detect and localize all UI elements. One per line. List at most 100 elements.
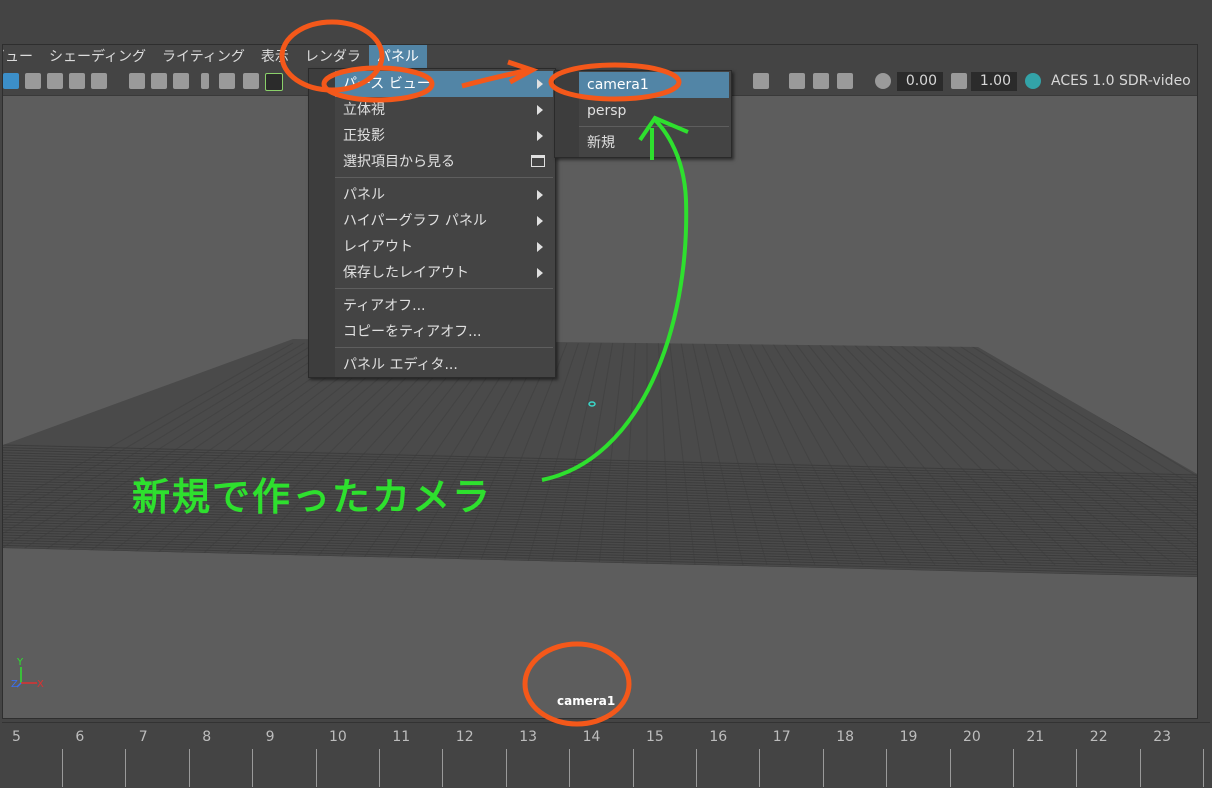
menu-item-label: 正投影	[343, 128, 385, 144]
menu-item-stereo[interactable]: 立体視	[335, 97, 553, 123]
submenu-item-camera1[interactable]: camera1	[579, 72, 729, 98]
camera-attr-icon[interactable]	[173, 73, 189, 89]
menu-item-tear-off-copy[interactable]: コピーをティアオフ...	[335, 319, 553, 345]
menu-item-perspective[interactable]: パース ビュー	[335, 71, 553, 97]
menu-show[interactable]: 表示	[253, 45, 297, 69]
menu-panels[interactable]: パネル	[368, 45, 427, 69]
box-icon[interactable]	[91, 73, 107, 89]
timeline-tick	[822, 749, 824, 787]
submenu-arrow-icon	[537, 268, 543, 278]
menu-item-label: レイアウト	[343, 239, 413, 255]
panel-menubar: ビュー シェーディング ライティング 表示 レンダラ パネル	[3, 45, 1197, 69]
timeline-tick	[125, 749, 127, 787]
submenu-arrow-icon	[537, 216, 543, 226]
submenu-arrow-icon	[537, 242, 543, 252]
timeline-frame-label: 9	[265, 729, 275, 745]
menu-item-orthographic[interactable]: 正投影	[335, 123, 553, 149]
timeline-tick	[759, 749, 761, 787]
timeline-frame-label: 12	[455, 729, 474, 745]
xray-icon[interactable]	[813, 73, 829, 89]
timeline-tick	[1139, 749, 1141, 787]
color-management-label[interactable]: ACES 1.0 SDR-video	[1051, 72, 1191, 91]
timeline-tick	[1203, 749, 1205, 787]
on-badge-icon[interactable]	[1025, 73, 1041, 89]
timeline-tick	[379, 749, 380, 787]
submenu-divider	[579, 126, 729, 127]
submenu-item-new[interactable]: 新規	[579, 130, 729, 156]
timeline-frame-label: 8	[202, 729, 212, 745]
time-slider[interactable]: 5 6 7 8 9 10 11 12 13 14 15 16 17 18 19 20 21 22 23	[2, 722, 1210, 787]
menu-item-hypergraph-panel[interactable]: ハイパーグラフ パネル	[335, 208, 553, 234]
axis-x-label: X	[37, 679, 44, 690]
grid-icon[interactable]	[47, 73, 63, 89]
submenu-item-persp[interactable]: persp	[579, 98, 729, 124]
maya-window: ビュー シェーディング ライティング 表示 レンダラ パネル 0.0	[0, 0, 1212, 788]
aperture-icon[interactable]	[875, 73, 891, 89]
menu-item-look-through-selected[interactable]: 選択項目から見る	[335, 149, 553, 175]
gamma-icon[interactable]	[951, 73, 967, 89]
menu-renderer[interactable]: レンダラ	[297, 45, 369, 69]
menu-item-label: パネル	[343, 187, 385, 203]
bounding-icon[interactable]	[837, 73, 853, 89]
gamma-field[interactable]: 1.00	[971, 72, 1017, 91]
menu-item-saved-layouts[interactable]: 保存したレイアウト	[335, 260, 553, 286]
timeline-tick	[442, 749, 444, 787]
submenu-icon-strip	[555, 71, 579, 157]
timeline-tick	[886, 749, 888, 787]
frame-icon[interactable]	[25, 73, 41, 89]
axis-gizmo: Y Z X	[11, 653, 51, 693]
timeline-frame-label: 22	[1089, 729, 1108, 745]
option-box-icon[interactable]	[531, 155, 545, 167]
submenu-arrow-icon	[537, 190, 543, 200]
timeline-frame-label: 20	[963, 729, 981, 745]
timeline-tick	[949, 749, 951, 787]
menu-item-panel[interactable]: パネル	[335, 182, 553, 208]
timeline-frame-label: 15	[646, 729, 664, 745]
timeline-tick	[252, 749, 254, 787]
timeline-frame-label: 19	[899, 729, 918, 745]
move-icon[interactable]	[219, 73, 235, 89]
timeline-frame-label: 11	[392, 729, 411, 745]
camera-icon[interactable]	[129, 73, 145, 89]
timeline-tick	[569, 749, 571, 787]
exposure-field[interactable]: 0.00	[897, 72, 943, 91]
menu-item-label: ティアオフ...	[343, 298, 426, 314]
sphere-icon[interactable]	[69, 73, 85, 89]
timeline-tick	[62, 749, 63, 787]
menu-item-label: パネル エディタ...	[343, 357, 458, 373]
select-icon[interactable]	[753, 73, 769, 89]
camera-name-label: camera1	[557, 694, 616, 708]
timeline-frame-label: 10	[329, 729, 347, 745]
perspective-submenu: camera1 persp 新規	[554, 70, 732, 158]
timeline-tick	[1013, 749, 1014, 787]
menu-item-layouts[interactable]: レイアウト	[335, 234, 553, 260]
submenu-arrow-icon	[537, 131, 543, 141]
menu-shading[interactable]: シェーディング	[41, 45, 154, 69]
menu-lighting[interactable]: ライティング	[154, 45, 253, 69]
menu-item-label: パース ビュー	[343, 76, 431, 92]
annotation-label: 新規で作ったカメラ	[132, 475, 493, 519]
panels-dropdown-menu: パース ビュー 立体視 正投影 選択項目から見る パネル ハイパーグラフ パネル…	[308, 68, 556, 378]
menu-item-label: 保存したレイアウト	[343, 265, 469, 281]
menu-divider	[335, 177, 553, 178]
menu-view[interactable]: ビュー	[3, 45, 41, 69]
isolate-icon[interactable]	[789, 73, 805, 89]
letter-a-icon[interactable]	[3, 73, 19, 89]
timeline-tick	[632, 749, 634, 787]
timeline-tick	[505, 749, 507, 787]
menu-item-label: コピーをティアオフ...	[343, 324, 482, 340]
timeline-tick	[315, 749, 317, 787]
timeline-frame-label: 7	[138, 729, 148, 745]
timeline-frame-label: 17	[772, 729, 791, 745]
timeline-frame-label: 13	[519, 729, 538, 745]
submenu-arrow-icon	[537, 105, 543, 115]
pencil-icon[interactable]	[265, 73, 283, 91]
menu-item-panel-editor[interactable]: パネル エディタ...	[335, 352, 553, 378]
menu-item-tear-off[interactable]: ティアオフ...	[335, 293, 553, 319]
menu-item-label: 立体視	[343, 102, 385, 118]
pan-icon[interactable]	[243, 73, 259, 89]
timeline-tick	[188, 749, 190, 787]
bookmark-icon[interactable]	[201, 73, 209, 89]
camera-lock-icon[interactable]	[151, 73, 167, 89]
submenu-arrow-icon	[537, 79, 543, 89]
